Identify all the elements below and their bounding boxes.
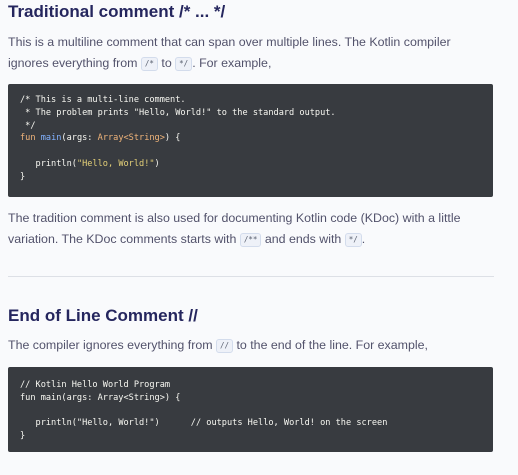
code-line: }: [20, 171, 26, 182]
eol-text: The compiler ignores everything from: [8, 338, 216, 352]
eol-text-end: to the end of the line. For example,: [233, 338, 428, 352]
code-line: fun main(args: Array<String>) {: [20, 392, 181, 403]
code-args: (args:: [61, 133, 98, 144]
code-type: Array<String>: [97, 133, 165, 144]
code-line: println("Hello, World!"): [20, 158, 493, 171]
code-function-name: main: [40, 133, 62, 144]
inline-code-kdoc-close: */: [344, 233, 362, 247]
section-heading-traditional-comment: Traditional comment /* ... */: [8, 2, 226, 21]
section-heading-end-of-line-comment: End of Line Comment //: [8, 306, 198, 325]
code-line: }: [20, 431, 26, 442]
code-line: // Kotlin Hello World Program: [20, 380, 171, 390]
code-block-multiline-example: /* This is a multi-line comment. * The p…: [8, 84, 493, 197]
code-line: */: [20, 120, 36, 131]
code-block-end-of-line-example: // Kotlin Hello World Program fun main(a…: [8, 367, 493, 452]
code-brace: ) {: [164, 133, 181, 144]
code-line: fun main(args: Array<String>) {: [20, 132, 493, 145]
intro-text-end: . For example,: [192, 56, 272, 70]
code-line: * The problem prints "Hello, World!" to …: [20, 107, 336, 118]
code-trailing-comment: // outputs Hello, World! on the screen: [190, 418, 388, 429]
traditional-comment-intro: This is a multiline comment that can spa…: [8, 32, 494, 74]
code-string: "Hello, World!": [76, 158, 155, 169]
end-of-line-comment-intro: The compiler ignores everything from // …: [8, 335, 494, 356]
inline-code-open-comment: /*: [140, 57, 158, 71]
code-paren: ): [154, 158, 160, 169]
code-line: println("Hello, World!") // outputs Hell…: [20, 417, 493, 430]
code-call: println("Hello, World!"): [35, 418, 160, 429]
kdoc-text: The tradition comment is also used for d…: [8, 211, 461, 246]
kdoc-text-mid: and ends with: [261, 232, 345, 246]
kdoc-explanation: The tradition comment is also used for d…: [8, 208, 494, 250]
inline-code-double-slash: //: [215, 339, 234, 353]
intro-text-mid: to: [157, 56, 176, 70]
code-keyword: fun: [20, 133, 36, 144]
inline-code-kdoc-open: /**: [239, 233, 262, 247]
inline-code-close-comment: */: [175, 57, 193, 71]
code-call: println(: [35, 158, 77, 169]
section-divider: [8, 276, 494, 277]
kdoc-text-end: .: [361, 232, 366, 246]
code-line: /* This is a multi-line comment.: [20, 95, 186, 105]
